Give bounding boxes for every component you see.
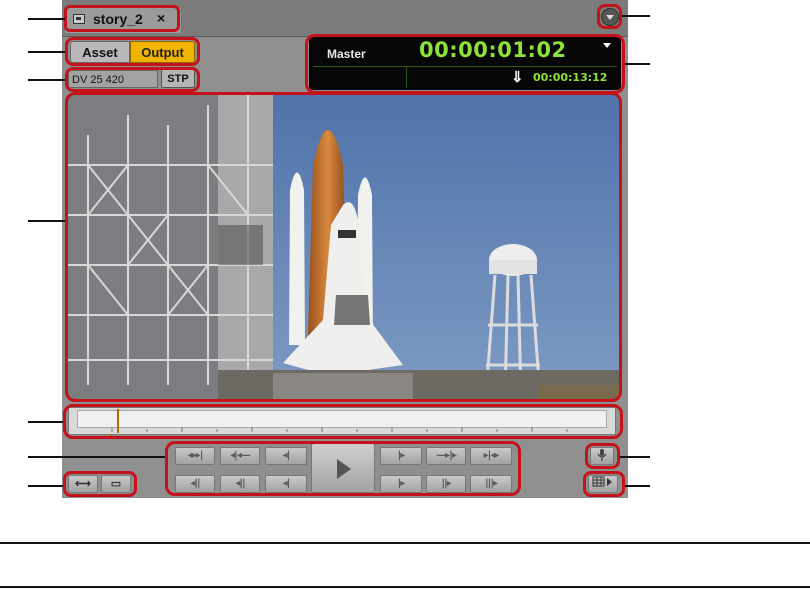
- leader-line: [625, 63, 650, 65]
- leader-line: [28, 456, 165, 458]
- callout-format: [65, 67, 200, 92]
- leader-line: [28, 51, 65, 53]
- leader-line: [620, 456, 650, 458]
- callout-panel-menu: [597, 4, 622, 29]
- callout-mode: [65, 37, 200, 66]
- divider: [0, 542, 810, 544]
- leader-line: [622, 15, 650, 17]
- leader-line: [28, 79, 65, 81]
- callout-tab: [64, 5, 180, 32]
- callout-layout: [583, 471, 625, 497]
- callout-audio: [585, 443, 620, 469]
- leader-line: [625, 485, 650, 487]
- divider: [0, 586, 810, 588]
- leader-line: [28, 485, 63, 487]
- leader-line: [28, 18, 65, 20]
- callout-timecode: [305, 34, 625, 94]
- leader-line: [28, 421, 63, 423]
- callout-transport: [165, 441, 521, 496]
- callout-position-bar: [63, 404, 623, 439]
- leader-line: [28, 220, 65, 222]
- callout-video: [65, 92, 622, 402]
- callout-left-buttons: [63, 471, 137, 497]
